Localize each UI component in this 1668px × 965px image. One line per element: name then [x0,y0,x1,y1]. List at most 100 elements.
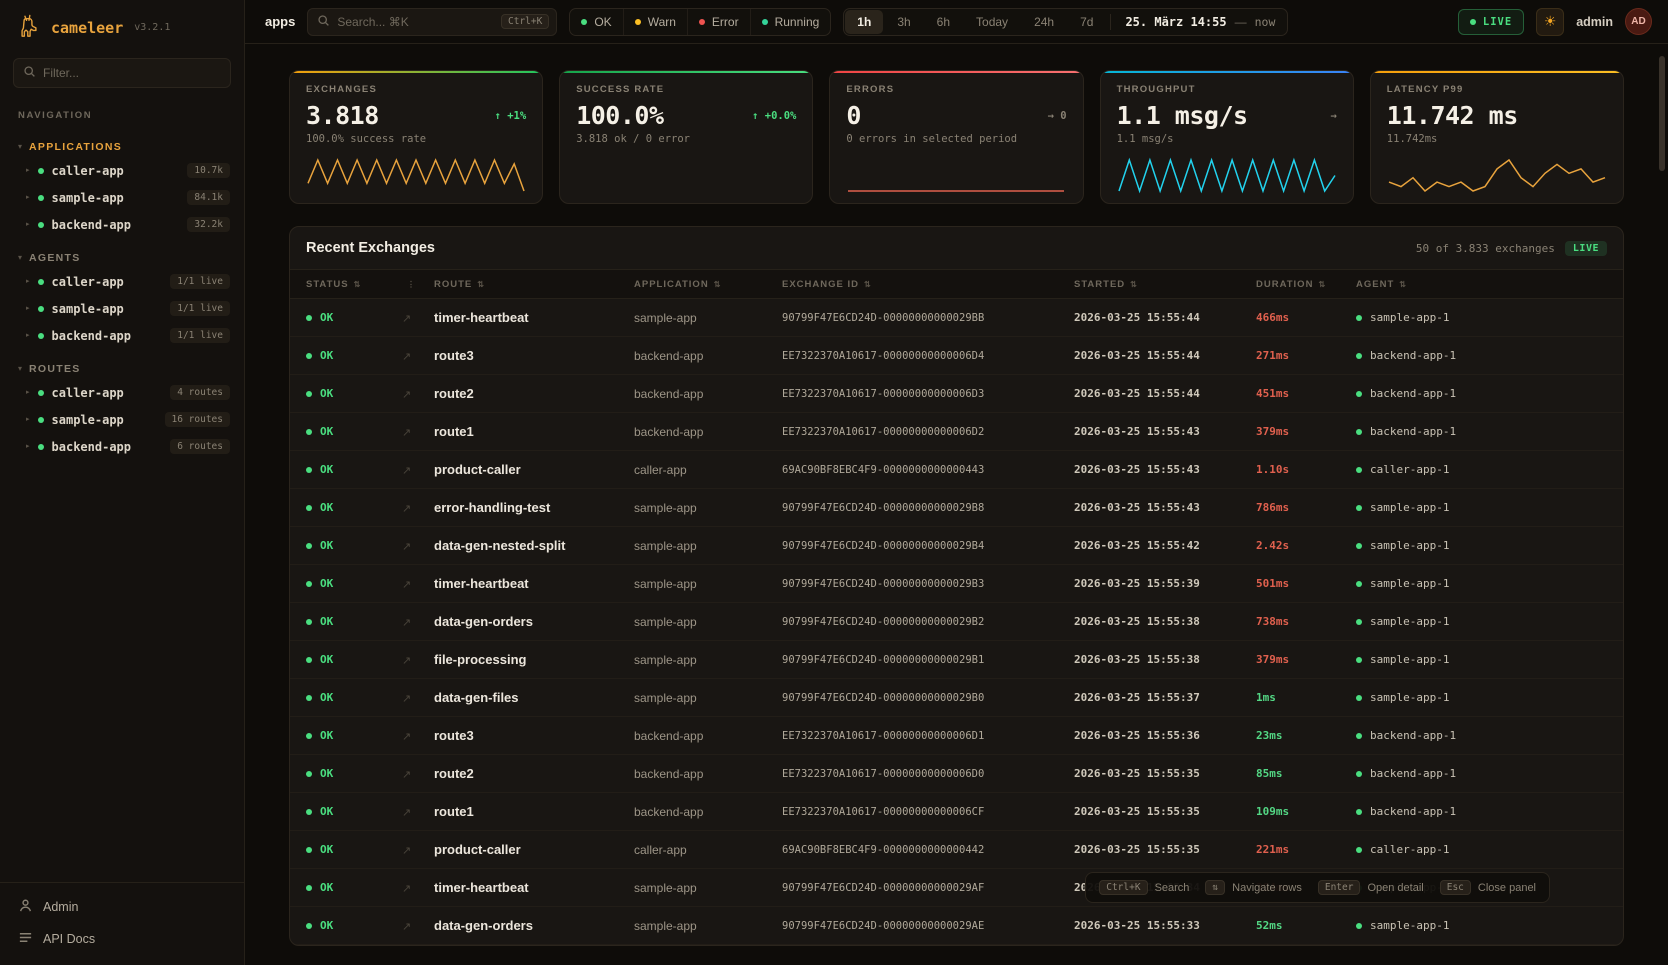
sidebar-item[interactable]: ▸ caller-app 1/1 live [0,268,244,295]
sidebar-item[interactable]: ▸ backend-app 32.2k [0,211,244,238]
table-row[interactable]: OK ↗ timer-heartbeat sample-app 90799F47… [290,299,1623,337]
stat-card[interactable]: ERRORS 0 → 0 0 errors in selected period [829,70,1083,204]
time-range-group: 1h3h6hToday24h7d 25. März 14:55 — now [843,8,1288,36]
open-link-icon[interactable]: ↗ [402,579,411,591]
stat-card[interactable]: SUCCESS RATE 100.0% ↑ +0.0% 3.818 ok / 0… [559,70,813,204]
open-link-icon[interactable]: ↗ [402,921,411,933]
time-range-button[interactable]: 7d [1068,10,1105,34]
sort-icon[interactable]: ⇅ [714,280,722,289]
open-link-icon[interactable]: ↗ [402,731,411,743]
table-row[interactable]: OK ↗ product-caller caller-app 69AC90BF8… [290,831,1623,869]
open-link-icon[interactable]: ↗ [402,655,411,667]
sort-icon[interactable]: ⇅ [477,280,485,289]
sidebar-item[interactable]: ▸ sample-app 16 routes [0,406,244,433]
sort-icon[interactable]: ⇅ [354,280,362,289]
sidebar-item[interactable]: ▸ backend-app 1/1 live [0,322,244,349]
global-search[interactable]: Ctrl+K [307,8,557,36]
table-row[interactable]: OK ↗ timer-heartbeat sample-app 90799F47… [290,565,1623,603]
table-row[interactable]: OK ↗ route1 backend-app EE7322370A10617-… [290,413,1623,451]
open-link-icon[interactable]: ↗ [402,769,411,781]
sidebar-item-admin[interactable]: Admin [0,891,244,923]
stat-accent-bar [1101,71,1353,73]
stat-card[interactable]: LATENCY P99 11.742 ms 11.742ms [1370,70,1624,204]
column-header[interactable]: STATUS ⇅ [306,279,402,290]
sidebar-item-api-docs[interactable]: API Docs [0,923,244,955]
sidebar-item[interactable]: ▸ sample-app 1/1 live [0,295,244,322]
row-status: OK [320,387,333,400]
time-range-button[interactable]: 6h [925,10,962,34]
column-header[interactable]: AGENT ⇅ [1356,279,1607,290]
hint-label: Close panel [1478,882,1536,894]
table-row[interactable]: OK ↗ error-handling-test sample-app 9079… [290,489,1623,527]
table-row[interactable]: OK ↗ route2 backend-app EE7322370A10617-… [290,375,1623,413]
nav-sections: ▾ APPLICATIONS ▸ caller-app 10.7k ▸ samp… [0,127,244,460]
time-range-button[interactable]: 3h [885,10,922,34]
sort-icon[interactable]: ⋮ [407,280,416,289]
column-header[interactable]: ⋮ [402,280,434,289]
status-filter-chip[interactable]: OK [570,9,622,35]
column-header-label: APPLICATION [634,279,709,290]
sidebar-item-label: caller-app [52,275,124,289]
sort-icon[interactable]: ⇅ [1130,280,1138,289]
open-link-icon[interactable]: ↗ [402,465,411,477]
open-link-icon[interactable]: ↗ [402,883,411,895]
sidebar-item-badge: 6 routes [170,439,230,454]
status-filter-chip[interactable]: Running [750,9,831,35]
open-link-icon[interactable]: ↗ [402,807,411,819]
open-link-icon[interactable]: ↗ [402,845,411,857]
global-search-input[interactable] [337,15,494,29]
row-application: sample-app [634,615,782,629]
sidebar-filter[interactable] [13,58,231,88]
row-duration: 221ms [1256,843,1356,856]
row-started: 2026-03-25 15:55:35 [1074,843,1256,856]
column-header[interactable]: EXCHANGE ID ⇅ [782,279,1074,290]
theme-toggle-button[interactable]: ☀ [1536,8,1564,36]
sidebar-item[interactable]: ▸ caller-app 10.7k [0,157,244,184]
column-header[interactable]: DURATION ⇅ [1256,279,1356,290]
nav-section-header[interactable]: ▾ APPLICATIONS [0,137,244,157]
row-application: sample-app [634,311,782,325]
time-range-button[interactable]: 24h [1022,10,1066,34]
nav-section-header[interactable]: ▾ AGENTS [0,248,244,268]
now-label[interactable]: now [1247,15,1288,29]
table-row[interactable]: OK ↗ product-caller caller-app 69AC90BF8… [290,451,1623,489]
stat-card[interactable]: EXCHANGES 3.818 ↑ +1% 100.0% success rat… [289,70,543,204]
open-link-icon[interactable]: ↗ [402,503,411,515]
open-link-icon[interactable]: ↗ [402,693,411,705]
avatar[interactable]: AD [1625,8,1652,35]
status-filter-chip[interactable]: Warn [623,9,687,35]
table-row[interactable]: OK ↗ data-gen-nested-split sample-app 90… [290,527,1623,565]
table-row[interactable]: OK ↗ data-gen-files sample-app 90799F47E… [290,679,1623,717]
open-link-icon[interactable]: ↗ [402,617,411,629]
table-row[interactable]: OK ↗ route2 backend-app EE7322370A10617-… [290,755,1623,793]
nav-section-header[interactable]: ▾ ROUTES [0,359,244,379]
open-link-icon[interactable]: ↗ [402,389,411,401]
table-row[interactable]: OK ↗ data-gen-orders sample-app 90799F47… [290,603,1623,641]
table-row[interactable]: OK ↗ file-processing sample-app 90799F47… [290,641,1623,679]
sort-icon[interactable]: ⇅ [1318,280,1326,289]
live-toggle[interactable]: LIVE [1458,9,1524,35]
open-link-icon[interactable]: ↗ [402,427,411,439]
sort-icon[interactable]: ⇅ [864,280,872,289]
stat-card[interactable]: THROUGHPUT 1.1 msg/s → 1.1 msg/s [1100,70,1354,204]
status-filter-chip[interactable]: Error [687,9,750,35]
table-row[interactable]: OK ↗ route3 backend-app EE7322370A10617-… [290,337,1623,375]
sidebar-item[interactable]: ▸ caller-app 4 routes [0,379,244,406]
scrollbar-thumb[interactable] [1659,56,1665,171]
sidebar-item[interactable]: ▸ sample-app 84.1k [0,184,244,211]
table-row[interactable]: OK ↗ route3 backend-app EE7322370A10617-… [290,717,1623,755]
sidebar-item[interactable]: ▸ backend-app 6 routes [0,433,244,460]
time-range-button[interactable]: Today [964,10,1020,34]
open-link-icon[interactable]: ↗ [402,313,411,325]
table-row[interactable]: OK ↗ data-gen-orders sample-app 90799F47… [290,907,1623,945]
sort-icon[interactable]: ⇅ [1399,280,1407,289]
hint-label: Navigate rows [1232,882,1302,894]
sidebar-filter-input[interactable] [43,66,221,80]
open-link-icon[interactable]: ↗ [402,541,411,553]
column-header[interactable]: APPLICATION ⇅ [634,279,782,290]
column-header[interactable]: STARTED ⇅ [1074,279,1256,290]
time-range-button[interactable]: 1h [845,10,883,34]
table-row[interactable]: OK ↗ route1 backend-app EE7322370A10617-… [290,793,1623,831]
column-header[interactable]: ROUTE ⇅ [434,279,634,290]
open-link-icon[interactable]: ↗ [402,351,411,363]
